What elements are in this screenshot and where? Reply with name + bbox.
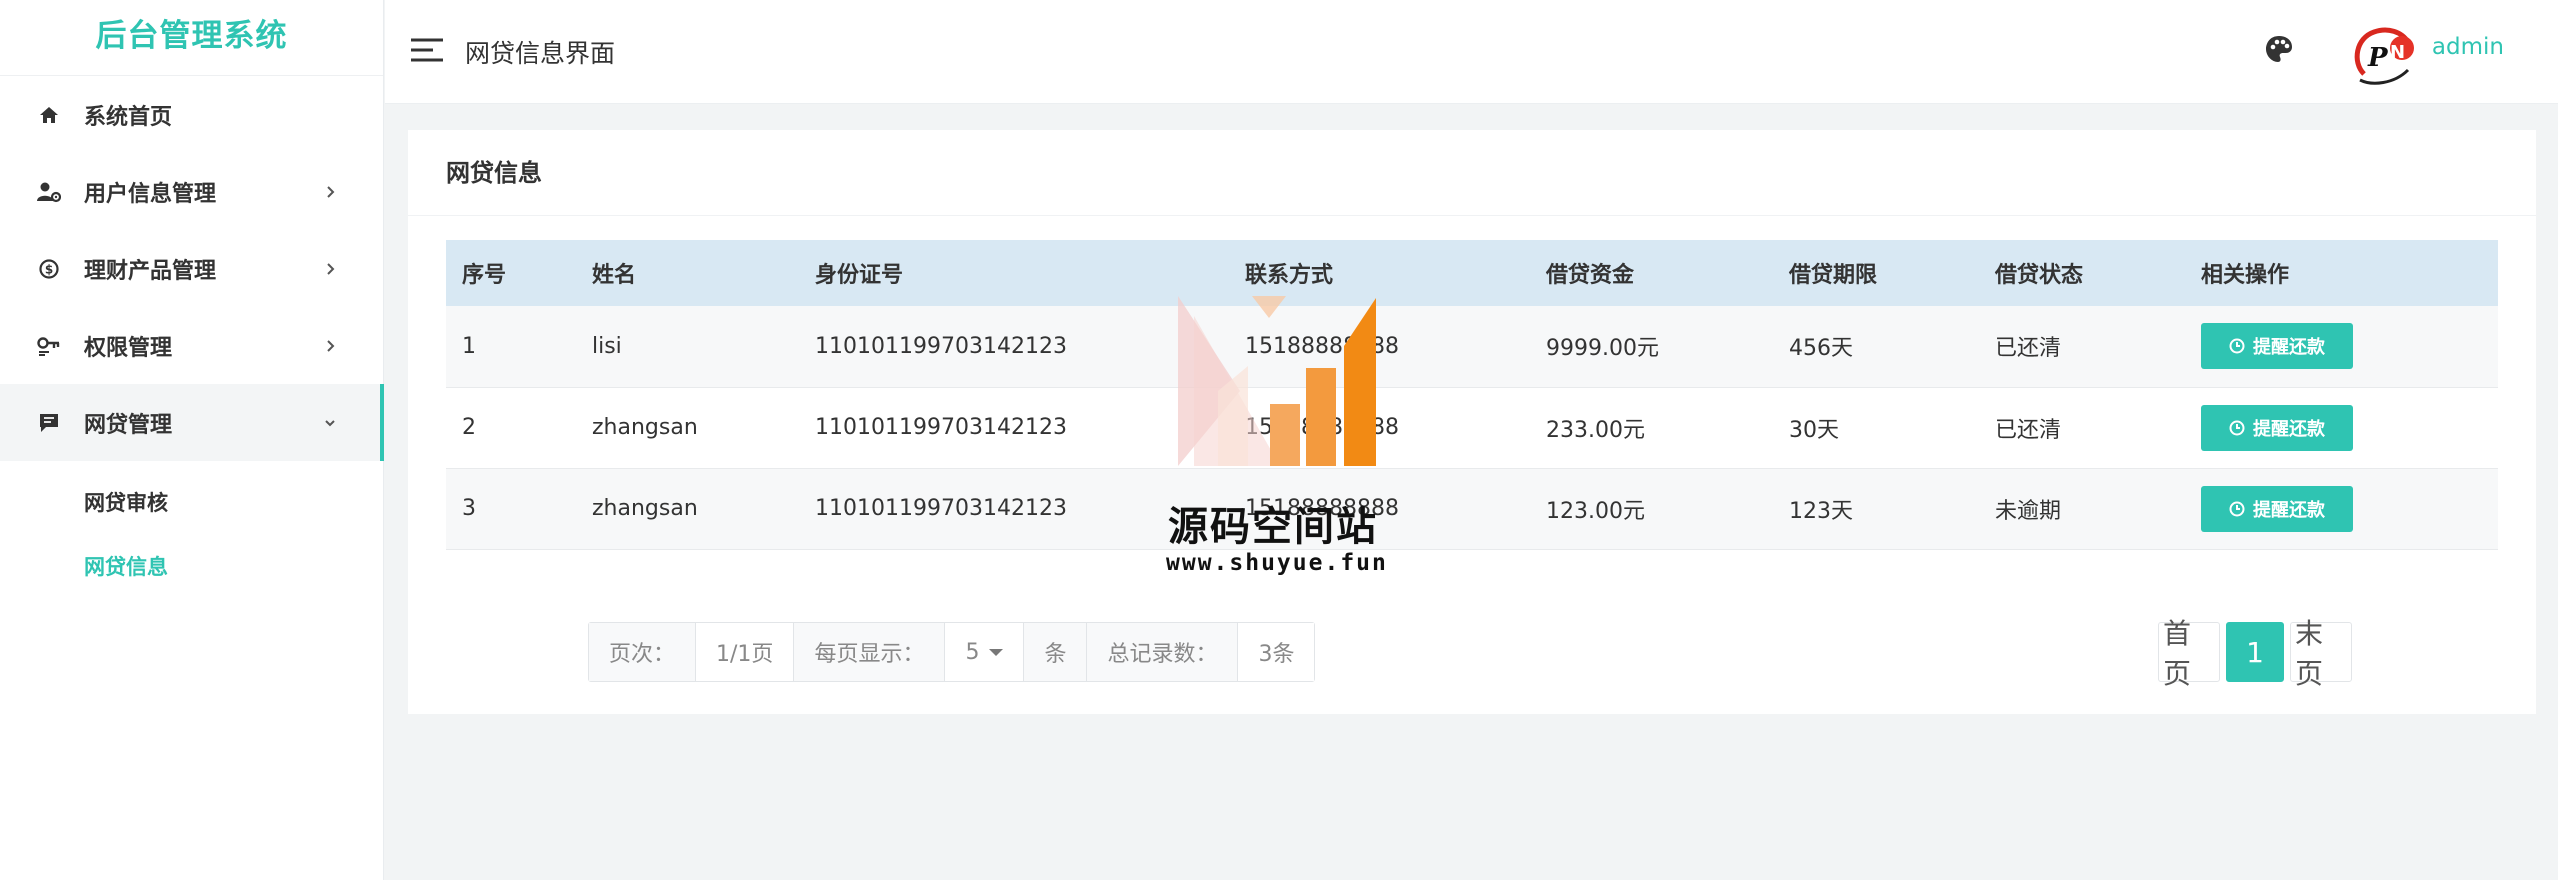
cell-name: lisi bbox=[576, 306, 799, 388]
sidebar-item-label: 系统首页 bbox=[84, 104, 173, 130]
sidebar-item-finance[interactable]: $ 理财产品管理 bbox=[0, 230, 383, 307]
sidebar-item-permissions[interactable]: 权限管理 bbox=[0, 307, 383, 384]
table-row: 3 zhangsan 110101199703142123 1518888888… bbox=[446, 468, 2498, 550]
cell-status: 已还清 bbox=[1979, 387, 2185, 469]
svg-text:N: N bbox=[2390, 42, 2405, 63]
cell-id: 110101199703142123 bbox=[799, 306, 1229, 388]
sidebar-subitem-loan-review[interactable]: 网贷审核 bbox=[0, 471, 383, 535]
cell-name: zhangsan bbox=[576, 468, 799, 550]
per-page-label: 每页显示： bbox=[794, 623, 946, 681]
cell-action: 提醒还款 bbox=[2185, 387, 2498, 469]
brand-title: 后台管理系统 bbox=[0, 0, 383, 76]
per-page-unit: 条 bbox=[1024, 623, 1088, 681]
sidebar-item-label: 理财产品管理 bbox=[84, 258, 217, 284]
cell-no: 1 bbox=[446, 306, 576, 388]
column-header: 相关操作 bbox=[2185, 240, 2498, 306]
column-header: 姓名 bbox=[576, 240, 799, 306]
menu-toggle-icon[interactable] bbox=[411, 38, 443, 62]
table-row: 1 lisi 110101199703142123 15188888888 99… bbox=[446, 306, 2498, 388]
page-title: 网贷信息界面 bbox=[465, 39, 616, 68]
sidebar-item-loan-management[interactable]: 网贷管理 bbox=[0, 384, 384, 461]
page-label: 页次： bbox=[589, 623, 697, 681]
remind-repay-button[interactable]: 提醒还款 bbox=[2201, 323, 2353, 370]
cell-id: 110101199703142123 bbox=[799, 468, 1229, 550]
cell-action: 提醒还款 bbox=[2185, 468, 2498, 550]
pager: 首页 1 末页 bbox=[2158, 617, 2352, 690]
column-header: 序号 bbox=[446, 240, 576, 306]
loan-table: 序号 姓名 身份证号 联系方式 借贷资金 借贷期限 借贷状态 相关操作 1 li… bbox=[446, 240, 2498, 550]
page-value: 1/1页 bbox=[696, 623, 795, 681]
last-page-button[interactable]: 末页 bbox=[2290, 617, 2352, 690]
svg-text:P: P bbox=[2367, 43, 2389, 73]
table-header-row: 序号 姓名 身份证号 联系方式 借贷资金 借贷期限 借贷状态 相关操作 bbox=[446, 240, 2498, 306]
top-header: 网贷信息界面 P N admin bbox=[385, 0, 2558, 104]
column-header: 身份证号 bbox=[799, 240, 1229, 306]
clock-icon bbox=[2229, 501, 2245, 517]
chevron-right-icon bbox=[323, 262, 337, 276]
cell-status: 已还清 bbox=[1979, 306, 2185, 388]
column-header: 联系方式 bbox=[1229, 240, 1530, 306]
column-header: 借贷状态 bbox=[1979, 240, 2185, 306]
sidebar-item-label: 用户信息管理 bbox=[84, 181, 217, 207]
remind-repay-button[interactable]: 提醒还款 bbox=[2201, 485, 2353, 532]
sidebar-subitem-loan-info[interactable]: 网贷信息 bbox=[0, 535, 383, 599]
remind-repay-button[interactable]: 提醒还款 bbox=[2201, 404, 2353, 451]
cell-no: 3 bbox=[446, 468, 576, 550]
button-label: 提醒还款 bbox=[2253, 337, 2325, 359]
avatar[interactable]: P N bbox=[2350, 22, 2418, 86]
card-title: 网贷信息 bbox=[408, 130, 2536, 216]
cell-phone: 15188888888 bbox=[1229, 387, 1530, 469]
button-label: 提醒还款 bbox=[2253, 499, 2325, 521]
cell-amount: 233.00元 bbox=[1530, 387, 1773, 469]
cell-term: 30天 bbox=[1773, 387, 1979, 469]
total-label: 总记录数： bbox=[1087, 623, 1239, 681]
cell-name: zhangsan bbox=[576, 387, 799, 469]
home-icon bbox=[36, 102, 62, 128]
cell-term: 456天 bbox=[1773, 306, 1979, 388]
clock-icon bbox=[2229, 338, 2245, 354]
first-page-button[interactable]: 首页 bbox=[2158, 617, 2220, 690]
caret-down-icon bbox=[989, 648, 1004, 656]
chevron-right-icon bbox=[323, 339, 337, 353]
sidebar-item-user-management[interactable]: 用户信息管理 bbox=[0, 153, 383, 230]
sidebar-item-home[interactable]: 系统首页 bbox=[0, 76, 383, 153]
per-page-select[interactable]: 5 bbox=[945, 623, 1025, 681]
cell-no: 2 bbox=[446, 387, 576, 469]
column-header: 借贷期限 bbox=[1773, 240, 1979, 306]
cell-action: 提醒还款 bbox=[2185, 306, 2498, 388]
loan-submenu: 网贷审核 网贷信息 bbox=[0, 461, 383, 599]
palette-icon[interactable] bbox=[2264, 34, 2294, 64]
finance-icon: $ bbox=[36, 256, 62, 282]
user-cog-icon bbox=[36, 179, 62, 205]
current-page-button[interactable]: 1 bbox=[2226, 622, 2284, 682]
cell-term: 123天 bbox=[1773, 468, 1979, 550]
column-header: 借贷资金 bbox=[1530, 240, 1773, 306]
watermark-text: 源码空间站 bbox=[1168, 504, 1378, 550]
pagination-info: 页次： 1/1页 每页显示： 5 条 总记录数： 3条 bbox=[588, 622, 1316, 682]
key-icon bbox=[36, 333, 62, 359]
per-page-value: 5 bbox=[965, 639, 980, 665]
total-value: 3条 bbox=[1238, 623, 1315, 681]
svg-text:$: $ bbox=[45, 262, 53, 276]
table-row: 2 zhangsan 110101199703142123 1518888888… bbox=[446, 387, 2498, 469]
cell-id: 110101199703142123 bbox=[799, 387, 1229, 469]
sidebar-item-label: 网贷管理 bbox=[84, 412, 173, 438]
loan-info-card: 网贷信息 序号 姓名 身份证号 联系方式 借贷资金 借贷期限 借贷状态 相关操作… bbox=[408, 130, 2536, 714]
cell-phone: 15188888888 bbox=[1229, 306, 1530, 388]
cell-amount: 123.00元 bbox=[1530, 468, 1773, 550]
message-icon bbox=[36, 410, 62, 436]
chevron-down-icon bbox=[323, 416, 337, 430]
cell-amount: 9999.00元 bbox=[1530, 306, 1773, 388]
chevron-right-icon bbox=[323, 185, 337, 199]
cell-status: 未逾期 bbox=[1979, 468, 2185, 550]
button-label: 提醒还款 bbox=[2253, 418, 2325, 440]
username-link[interactable]: admin bbox=[2432, 34, 2504, 60]
sidebar: 后台管理系统 系统首页 用户信息管理 $ 理财产品管理 权限管理 网贷管理 网贷… bbox=[0, 0, 384, 880]
sidebar-item-label: 权限管理 bbox=[84, 335, 173, 361]
clock-icon bbox=[2229, 420, 2245, 436]
watermark-url: www.shuyue.fun bbox=[1166, 550, 1388, 576]
